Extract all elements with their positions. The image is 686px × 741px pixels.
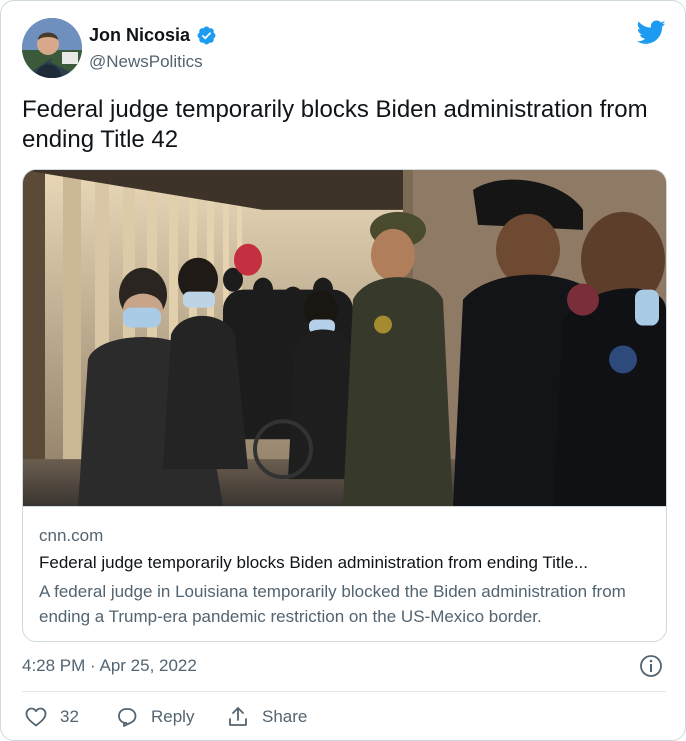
reply-bubble-icon	[118, 708, 137, 727]
like-count: 32	[60, 707, 79, 726]
link-card[interactable]: cnn.com Federal judge temporarily blocks…	[22, 169, 667, 642]
card-image[interactable]	[23, 170, 666, 507]
share-button[interactable]: Share	[226, 705, 307, 729]
tweet-embed: Jon Nicosia @NewsPolitics Federal judge …	[0, 0, 686, 741]
verified-badge-icon	[197, 26, 216, 45]
card-domain: cnn.com	[39, 526, 104, 545]
author-handle[interactable]: @NewsPolitics	[89, 52, 203, 72]
twitter-bird-icon[interactable]	[637, 20, 666, 45]
tweet-timestamp[interactable]: 4:28 PM · Apr 25, 2022	[22, 656, 197, 676]
divider	[22, 691, 666, 692]
share-label: Share	[262, 707, 308, 726]
info-icon[interactable]	[639, 654, 663, 678]
like-button[interactable]: 32	[24, 705, 79, 729]
reply-button[interactable]: Reply	[115, 705, 194, 729]
reply-label: Reply	[151, 707, 195, 726]
tweet-text: Federal judge temporarily blocks Biden a…	[22, 96, 648, 153]
author-info: Jon Nicosia	[89, 25, 217, 46]
author-avatar[interactable]	[22, 18, 82, 78]
action-bar: 32 Reply Share	[22, 705, 622, 731]
card-title[interactable]: Federal judge temporarily blocks Biden a…	[39, 553, 651, 573]
card-description: A federal judge in Louisiana temporarily…	[39, 582, 626, 626]
author-name[interactable]: Jon Nicosia	[89, 25, 190, 46]
share-icon	[229, 707, 247, 726]
heart-icon	[25, 707, 47, 727]
